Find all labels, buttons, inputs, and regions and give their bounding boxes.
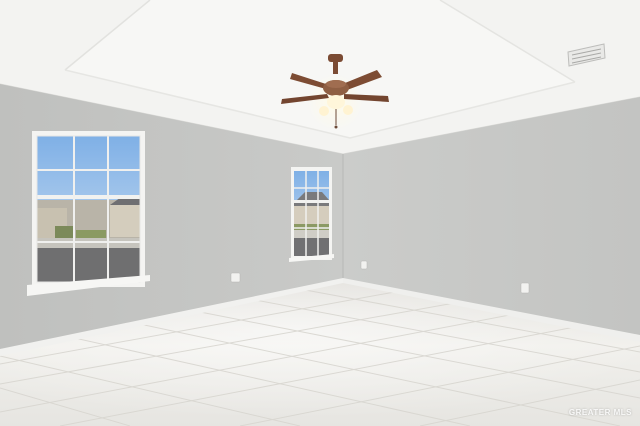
outlet-icon [230,272,241,283]
watermark-text: GREATER MLS [568,408,632,417]
outlet-icon [360,260,368,270]
outlet-icon [520,282,530,294]
room-scene [0,0,640,426]
left-window [27,131,150,296]
empty-room-photo: GREATER MLS [0,0,640,426]
right-window [289,167,334,262]
